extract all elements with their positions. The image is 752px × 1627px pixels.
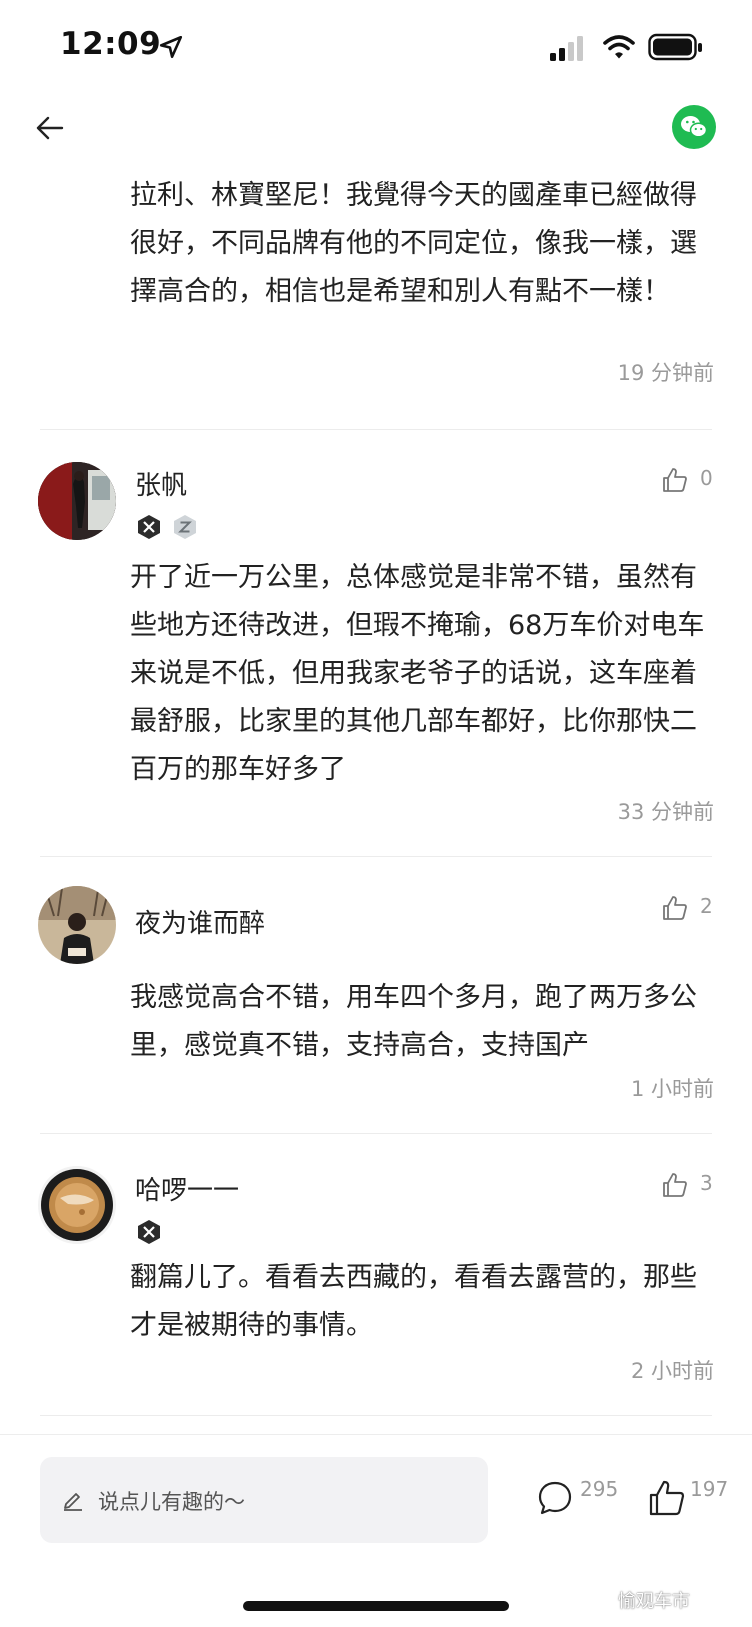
- status-time: 12:09: [60, 26, 162, 62]
- username[interactable]: 哈啰一一: [135, 1170, 239, 1207]
- comment-text: 我感觉高合不错，用车四个多月，跑了两万多公里，感觉真不错，支持高合，支持国产: [130, 982, 697, 1061]
- comment-count: 295: [580, 1477, 619, 1501]
- like-count: 197: [690, 1477, 729, 1501]
- comment-bubble-icon[interactable]: [537, 1480, 573, 1516]
- like-count: 3: [700, 1171, 713, 1195]
- bottom-comment-bar: 说点儿有趣的～ 295 197 愉观车市: [0, 1434, 752, 1627]
- like-button[interactable]: 0: [662, 465, 726, 495]
- thumbs-up-icon: [663, 468, 687, 492]
- pencil-icon: [64, 1493, 82, 1511]
- nav-bar: [0, 100, 752, 180]
- wechat-icon: [681, 116, 708, 138]
- username[interactable]: 张帆: [135, 465, 187, 502]
- location-arrow-icon: [159, 35, 183, 59]
- like-button[interactable]: 2: [662, 893, 726, 923]
- level-badge-icon: [174, 515, 196, 539]
- username[interactable]: 夜为谁而醉: [135, 903, 265, 940]
- avatar[interactable]: [38, 886, 116, 964]
- wifi-icon: [603, 35, 635, 59]
- thumbs-up-icon[interactable]: [648, 1479, 686, 1517]
- divider: [40, 1133, 712, 1134]
- like-count: 2: [700, 894, 713, 918]
- comment-text: 翻篇儿了。看看去西藏的，看看去露营的，那些才是被期待的事情。: [130, 1262, 697, 1341]
- comment-text: 开了近一万公里，总体感觉是非常不错，虽然有些地方还待改进，但瑕不掩瑜，68万车价…: [130, 562, 705, 785]
- wechat-share-button[interactable]: [672, 105, 716, 149]
- achievement-badge-icon: [138, 515, 160, 539]
- thumbs-up-icon: [663, 1173, 687, 1197]
- avatar[interactable]: [38, 462, 116, 540]
- back-arrow-icon[interactable]: [30, 108, 70, 148]
- like-count: 0: [700, 466, 713, 490]
- divider: [40, 856, 712, 857]
- comment-input[interactable]: 说点儿有趣的～: [40, 1457, 488, 1543]
- cellular-signal-icon: [550, 36, 583, 61]
- comment-text: 拉利、林寶堅尼！我覺得今天的國產車已經做得很好，不同品牌有他的不同定位，像我一樣…: [130, 180, 697, 307]
- battery-icon: [648, 33, 702, 61]
- thumbs-up-icon: [663, 896, 687, 920]
- wechat-watermark-icon: [589, 1587, 613, 1607]
- home-indicator[interactable]: [243, 1601, 509, 1611]
- comment-timestamp: 2 小时前: [630, 1359, 714, 1383]
- comment-timestamp: 33 分钟前: [617, 800, 714, 824]
- status-bar: 12:09: [0, 0, 752, 100]
- input-placeholder: 说点儿有趣的～: [98, 1490, 245, 1514]
- achievement-badge-icon: [138, 1220, 160, 1244]
- like-button[interactable]: 3: [662, 1170, 726, 1200]
- comment-timestamp: 19 分钟前: [617, 361, 714, 385]
- comment-timestamp: 1 小时前: [630, 1077, 714, 1101]
- divider: [40, 429, 712, 430]
- avatar[interactable]: [38, 1166, 116, 1244]
- divider: [40, 1415, 712, 1416]
- watermark: 愉观车市: [618, 1591, 690, 1612]
